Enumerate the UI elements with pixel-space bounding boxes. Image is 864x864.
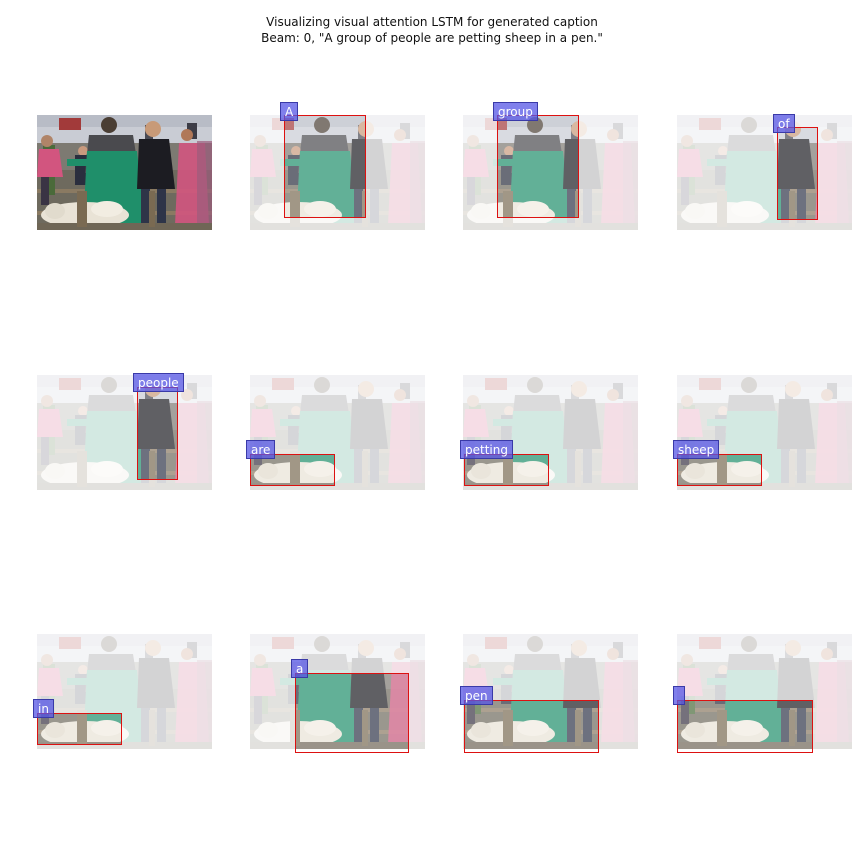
attention-box bbox=[464, 700, 599, 753]
panel-original bbox=[37, 115, 212, 230]
panel-word-pen: pen bbox=[460, 634, 638, 753]
panel-word-in: in bbox=[33, 634, 212, 749]
panel-word-a: A bbox=[250, 102, 425, 230]
word-label: pen bbox=[460, 686, 493, 705]
panel-word-a-lower: a bbox=[250, 634, 425, 753]
panel-word-of: of bbox=[677, 114, 852, 230]
panel-word-sheep: sheep bbox=[673, 375, 852, 490]
word-label: petting bbox=[460, 440, 513, 459]
word-label: are bbox=[246, 440, 276, 459]
attention-box bbox=[497, 115, 579, 218]
figure-title-line-1: Visualizing visual attention LSTM for ge… bbox=[266, 15, 598, 29]
figure-title: Visualizing visual attention LSTM for ge… bbox=[0, 14, 864, 46]
word-label: sheep bbox=[673, 440, 720, 459]
attention-box bbox=[284, 115, 366, 218]
attention-box bbox=[677, 700, 813, 753]
attention-box bbox=[137, 387, 178, 480]
word-label: A bbox=[280, 102, 299, 121]
photo-attention bbox=[677, 115, 852, 230]
word-label: in bbox=[33, 699, 54, 718]
photo-original bbox=[37, 115, 212, 230]
photo-attention bbox=[37, 375, 212, 490]
word-label: people bbox=[133, 373, 184, 392]
panel-word-petting: petting bbox=[460, 375, 638, 490]
panel-word-end bbox=[673, 634, 852, 753]
word-label: group bbox=[493, 102, 538, 121]
attention-box bbox=[777, 127, 818, 220]
panel-word-people: people bbox=[37, 373, 212, 490]
attention-box bbox=[295, 673, 409, 753]
panel-word-are: are bbox=[246, 375, 425, 490]
figure-title-line-2: Beam: 0, "A group of people are petting … bbox=[261, 31, 603, 45]
word-label: of bbox=[773, 114, 795, 133]
word-label: a bbox=[291, 659, 309, 678]
word-label bbox=[673, 686, 685, 705]
panel-word-group: group bbox=[463, 102, 638, 230]
